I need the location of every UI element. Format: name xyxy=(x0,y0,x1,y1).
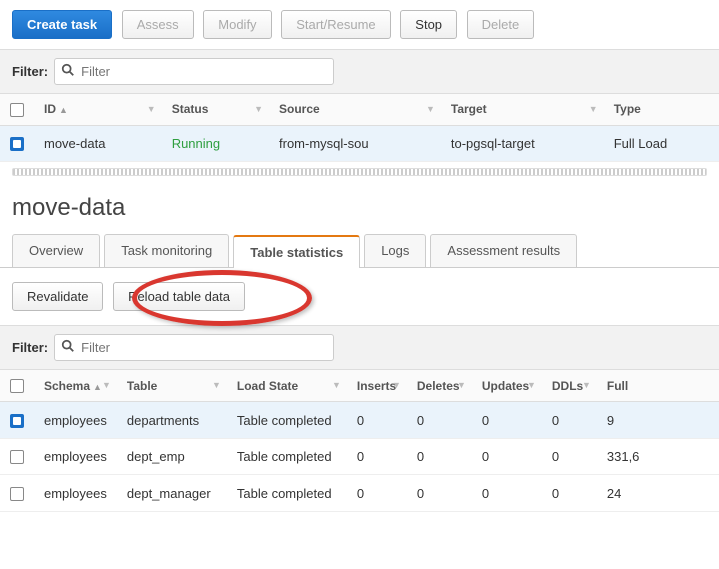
cell-type: Full Load xyxy=(604,125,719,162)
create-task-button[interactable]: Create task xyxy=(12,10,112,39)
col-full[interactable]: Full xyxy=(597,370,719,401)
tab-table-statistics[interactable]: Table statistics xyxy=(233,235,360,268)
cell-inserts: 0 xyxy=(347,438,407,475)
top-toolbar: Create task Assess Modify Start/Resume S… xyxy=(0,0,719,49)
cell-deletes: 0 xyxy=(407,475,472,512)
table-row[interactable]: employeesdept_managerTable completed0000… xyxy=(0,475,719,512)
cell-schema: employees xyxy=(34,475,117,512)
table-row[interactable]: employeesdepartmentsTable completed00009 xyxy=(0,402,719,439)
delete-button[interactable]: Delete xyxy=(467,10,535,39)
col-inserts[interactable]: Inserts▼ xyxy=(347,370,407,401)
filter-label: Filter: xyxy=(12,340,48,355)
row-checkbox[interactable] xyxy=(10,487,24,501)
col-status[interactable]: Status▼ xyxy=(162,94,269,125)
cell-table: dept_emp xyxy=(117,438,227,475)
col-table[interactable]: Table▼ xyxy=(117,370,227,401)
modify-button[interactable]: Modify xyxy=(203,10,271,39)
select-all-checkbox[interactable] xyxy=(10,103,24,117)
search-icon xyxy=(61,339,75,356)
stats-table: Schema▲▼ Table▼ Load State▼ Inserts▼ Del… xyxy=(0,370,719,512)
col-deletes[interactable]: Deletes▼ xyxy=(407,370,472,401)
cell-status: Running xyxy=(162,125,269,162)
cell-schema: employees xyxy=(34,402,117,439)
stats-filter-bar: Filter: xyxy=(0,325,719,370)
tab-overview[interactable]: Overview xyxy=(12,234,100,267)
tab-assessment[interactable]: Assessment results xyxy=(430,234,577,267)
detail-tabs: Overview Task monitoring Table statistic… xyxy=(0,234,719,268)
resize-handle[interactable] xyxy=(12,168,707,176)
cell-full: 24 xyxy=(597,475,719,512)
reload-table-data-button[interactable]: Reload table data xyxy=(113,282,245,311)
col-load-state[interactable]: Load State▼ xyxy=(227,370,347,401)
stats-actions: Revalidate Reload table data xyxy=(0,268,719,325)
col-updates[interactable]: Updates▼ xyxy=(472,370,542,401)
cell-target: to-pgsql-target xyxy=(441,125,604,162)
tasks-table: ID▲▼ Status▼ Source▼ Target▼ Type move-d… xyxy=(0,94,719,162)
table-row[interactable]: move-data Running from-mysql-sou to-pgsq… xyxy=(0,125,719,162)
cell-ddls: 0 xyxy=(542,402,597,439)
col-target[interactable]: Target▼ xyxy=(441,94,604,125)
cell-schema: employees xyxy=(34,438,117,475)
cell-updates: 0 xyxy=(472,402,542,439)
stats-filter-input[interactable] xyxy=(54,334,334,361)
cell-load-state: Table completed xyxy=(227,402,347,439)
cell-ddls: 0 xyxy=(542,475,597,512)
col-type[interactable]: Type xyxy=(604,94,719,125)
tasks-filter-bar: Filter: xyxy=(0,49,719,94)
cell-table: departments xyxy=(117,402,227,439)
tab-logs[interactable]: Logs xyxy=(364,234,426,267)
col-ddls[interactable]: DDLs▼ xyxy=(542,370,597,401)
cell-full: 331,6 xyxy=(597,438,719,475)
tasks-filter-input[interactable] xyxy=(54,58,334,85)
start-resume-button[interactable]: Start/Resume xyxy=(281,10,390,39)
cell-full: 9 xyxy=(597,402,719,439)
cell-inserts: 0 xyxy=(347,402,407,439)
stop-button[interactable]: Stop xyxy=(400,10,457,39)
col-id[interactable]: ID▲▼ xyxy=(34,94,162,125)
tab-monitoring[interactable]: Task monitoring xyxy=(104,234,229,267)
cell-deletes: 0 xyxy=(407,402,472,439)
filter-label: Filter: xyxy=(12,64,48,79)
row-checkbox[interactable] xyxy=(10,450,24,464)
row-checkbox[interactable] xyxy=(10,137,24,151)
cell-updates: 0 xyxy=(472,475,542,512)
cell-deletes: 0 xyxy=(407,438,472,475)
col-source[interactable]: Source▼ xyxy=(269,94,441,125)
select-all-checkbox[interactable] xyxy=(10,379,24,393)
detail-title: move-data xyxy=(0,182,719,234)
cell-inserts: 0 xyxy=(347,475,407,512)
cell-id: move-data xyxy=(34,125,162,162)
cell-ddls: 0 xyxy=(542,438,597,475)
revalidate-button[interactable]: Revalidate xyxy=(12,282,103,311)
table-row[interactable]: employeesdept_empTable completed0000331,… xyxy=(0,438,719,475)
col-schema[interactable]: Schema▲▼ xyxy=(34,370,117,401)
cell-table: dept_manager xyxy=(117,475,227,512)
cell-load-state: Table completed xyxy=(227,438,347,475)
assess-button[interactable]: Assess xyxy=(122,10,194,39)
row-checkbox[interactable] xyxy=(10,414,24,428)
search-icon xyxy=(61,63,75,80)
cell-updates: 0 xyxy=(472,438,542,475)
cell-source: from-mysql-sou xyxy=(269,125,441,162)
cell-load-state: Table completed xyxy=(227,475,347,512)
